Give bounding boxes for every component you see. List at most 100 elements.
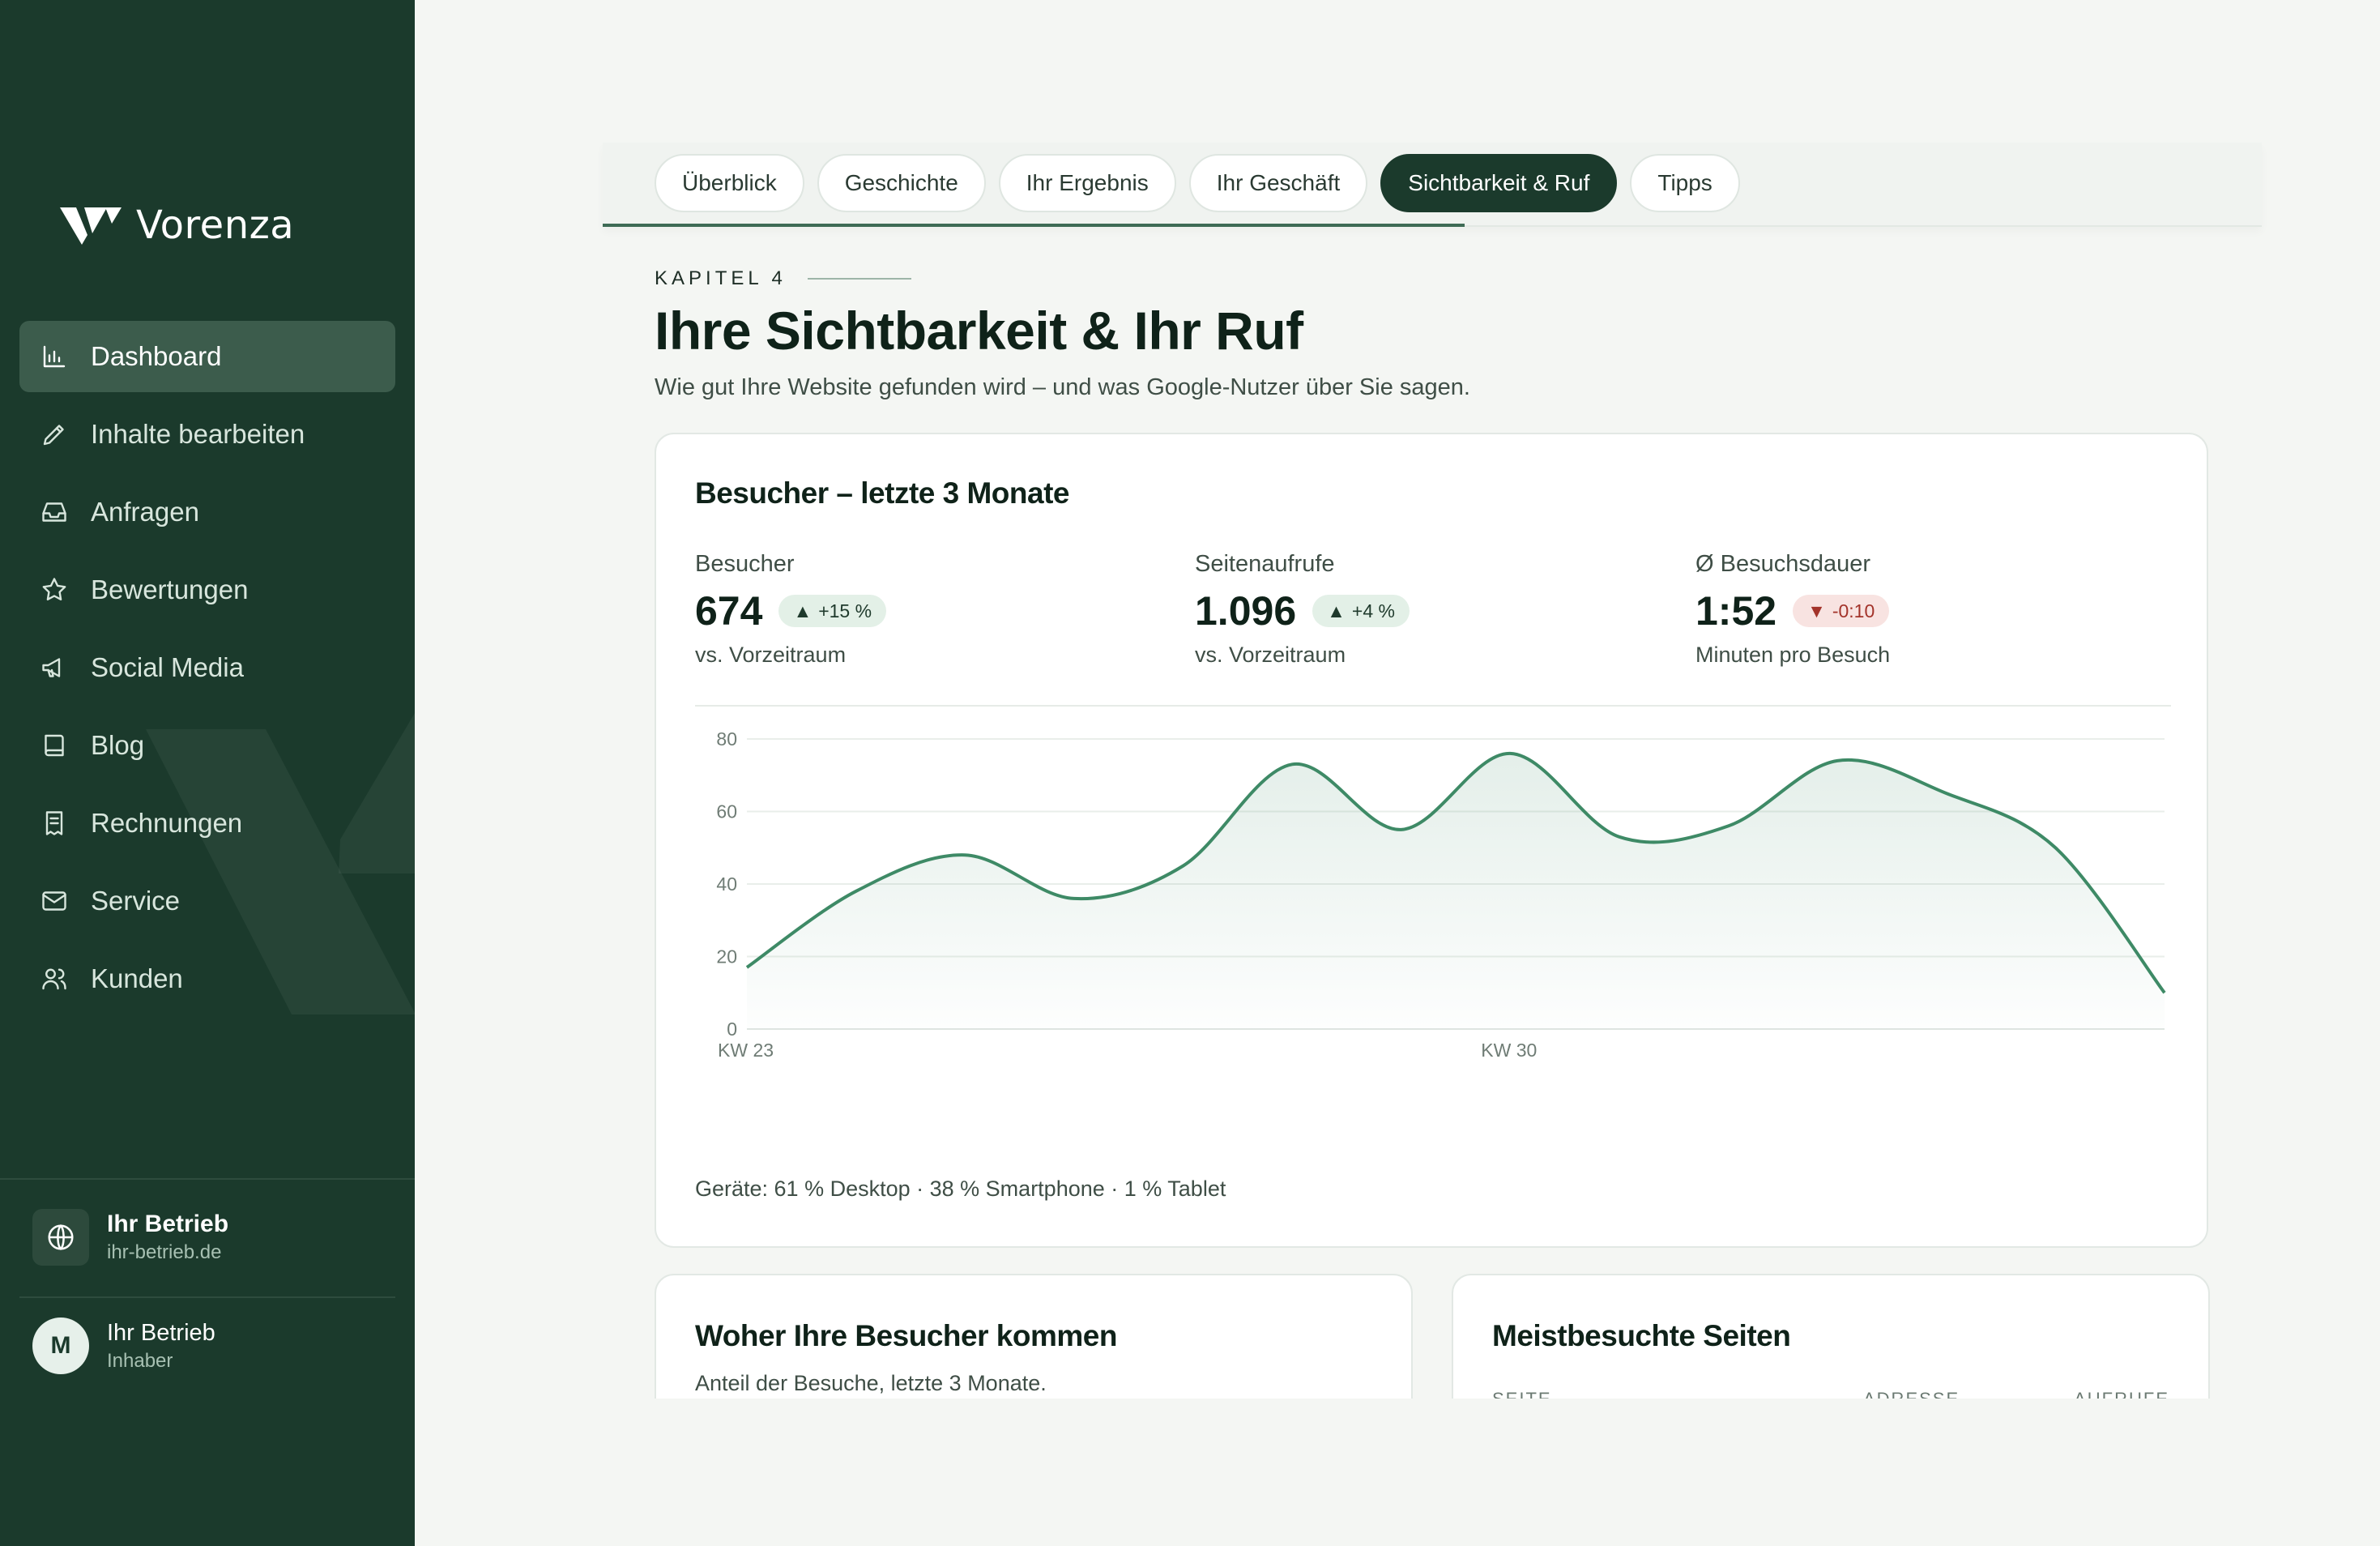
card-title: Woher Ihre Besucher kommen <box>695 1319 1117 1352</box>
trend-value: +4 % <box>1351 600 1395 621</box>
user-name: Ihr Betrieb <box>107 1319 215 1346</box>
data-point[interactable] <box>745 966 749 969</box>
sidebar-item-blog[interactable]: Blog <box>19 710 395 781</box>
sidebar-item-bewertungen[interactable]: Bewertungen <box>19 554 395 626</box>
user-menu[interactable]: M Ihr Betrieb Inhaber <box>32 1318 215 1374</box>
business-name: Ihr Betrieb <box>107 1211 229 1237</box>
chapter-tabs: Überblick Geschichte Ihr Ergebnis Ihr Gesch… <box>655 154 1740 212</box>
eyebrow-line <box>807 278 911 280</box>
sidebar-divider <box>19 1296 395 1298</box>
data-point[interactable] <box>1400 828 1403 831</box>
vorenza-logo-icon <box>60 206 122 245</box>
data-point[interactable] <box>2054 846 2057 849</box>
devices-breakdown: Geräte: 61 % Desktop · 38 % Smartphone ·… <box>695 1177 1226 1201</box>
triangle-down-icon: ▼ <box>1807 600 1826 621</box>
business-switcher[interactable]: Ihr Betrieb ihr-betrieb.de <box>32 1209 228 1266</box>
triangle-up-icon: ▲ <box>1327 600 1346 621</box>
stat-note: Minuten pro Besuch <box>1695 643 1891 667</box>
stat-row: 1:52 ▼ -0:10 <box>1695 587 1890 634</box>
star-icon <box>39 574 70 605</box>
y-tick-label: 80 <box>716 728 737 750</box>
sidebar-item-social-media[interactable]: Social Media <box>19 632 395 703</box>
sidebar-item-label: Social Media <box>91 652 244 682</box>
viewport-fold <box>415 1399 2380 1546</box>
trend-badge: ▲ +4 % <box>1312 595 1410 627</box>
brand-name: Vorenza <box>136 203 295 248</box>
stat-label: Besucher <box>695 551 795 577</box>
book-icon <box>39 730 70 761</box>
tab-ihr-ergebnis[interactable]: Ihr Ergebnis <box>998 154 1176 212</box>
stat-value: 674 <box>695 588 763 634</box>
data-point[interactable] <box>1073 897 1076 900</box>
trend-value: +15 % <box>818 600 872 621</box>
sidebar-item-label: Rechnungen <box>91 808 243 838</box>
sidebar-item-dashboard[interactable]: Dashboard <box>19 321 395 392</box>
data-point[interactable] <box>1508 752 1512 755</box>
page-title: Ihre Sichtbarkeit & Ihr Ruf <box>655 301 1303 361</box>
tab-geschichte[interactable]: Geschichte <box>817 154 986 212</box>
sidebar-item-label: Kunden <box>91 963 183 993</box>
stat-block: Ø Besuchsdauer 1:52 ▼ -0:10 Minuten pro Besu… <box>1695 551 1890 668</box>
trend-badge: ▼ -0:10 <box>1793 595 1890 627</box>
mail-icon <box>39 886 70 916</box>
sidebar-item-anfragen[interactable]: Anfragen <box>19 476 395 548</box>
data-point[interactable] <box>1945 792 1948 795</box>
data-point[interactable] <box>1836 759 1839 762</box>
sidebar-nav: Dashboard Inhalte bearbeiten Anfragen Bewer… <box>19 321 395 1021</box>
business-domain: ihr-betrieb.de <box>107 1241 222 1263</box>
megaphone-icon <box>39 652 70 683</box>
user-role: Inhaber <box>107 1349 173 1372</box>
tab-tipps[interactable]: Tipps <box>1630 154 1740 212</box>
stat-block: Seitenaufrufe 1.096 ▲ +4 % vs. Vorzeitraum <box>1195 551 1410 668</box>
stat-label: Seitenaufrufe <box>1195 551 1335 577</box>
sidebar-item-service[interactable]: Service <box>19 865 395 937</box>
sidebar-item-label: Blog <box>91 730 145 760</box>
triangle-up-icon: ▲ <box>793 600 813 621</box>
visitors-chart: 0 20 40 60 80 KW 23 KW 30 <box>716 728 2166 1061</box>
y-tick-label: 0 <box>727 1019 737 1040</box>
bar-chart-icon <box>39 341 70 372</box>
data-point[interactable] <box>963 853 966 856</box>
card-subtitle: Anteil der Besuche, letzte 3 Monate. <box>695 1371 1047 1395</box>
chapter-number: KAPITEL 4 <box>655 267 787 289</box>
stat-note: vs. Vorzeitraum <box>695 643 847 667</box>
x-tick-label: KW 30 <box>1481 1040 1537 1061</box>
chapter-eyebrow: KAPITEL 4 <box>655 267 911 290</box>
stat-value: 1.096 <box>1195 588 1297 634</box>
data-point[interactable] <box>1290 762 1294 766</box>
data-point[interactable] <box>1727 824 1730 827</box>
brand-logo[interactable]: Vorenza <box>60 203 294 248</box>
y-tick-label: 60 <box>716 801 737 822</box>
tab-ihr-gesch-ft[interactable]: Ihr Geschäft <box>1188 154 1368 212</box>
y-tick-label: 20 <box>716 946 737 967</box>
data-point[interactable] <box>2163 991 2166 994</box>
sidebar-item-label: Inhalte bearbeiten <box>91 419 305 449</box>
stats-divider <box>695 705 2171 707</box>
visitors-card: Besucher – letzte 3 Monate Besucher 674 ▲ +… <box>655 433 2208 1248</box>
stat-row: 1.096 ▲ +4 % <box>1195 587 1410 634</box>
trend-value: -0:10 <box>1832 600 1875 621</box>
trend-badge: ▲ +15 % <box>778 595 887 627</box>
chapter-tabbar: Überblick Geschichte Ihr Ergebnis Ihr Gesch… <box>603 143 2262 227</box>
sidebar-item-label: Service <box>91 886 181 916</box>
card-title: Meistbesuchte Seiten <box>1492 1319 1791 1352</box>
receipt-icon <box>39 808 70 839</box>
inbox-icon <box>39 497 70 527</box>
tab-sichtbarkeit-ruf[interactable]: Sichtbarkeit & Ruf <box>1380 154 1618 212</box>
data-point[interactable] <box>1181 865 1184 868</box>
card-title: Besucher – letzte 3 Monate <box>695 476 1069 510</box>
stat-value: 1:52 <box>1695 588 1777 634</box>
globe-icon <box>32 1209 89 1266</box>
sidebar-item-kunden[interactable]: Kunden <box>19 943 395 1014</box>
avatar: M <box>32 1318 89 1374</box>
data-point[interactable] <box>1618 835 1621 839</box>
y-tick-label: 40 <box>716 873 737 895</box>
tab--berblick[interactable]: Überblick <box>655 154 804 212</box>
users-icon <box>39 963 70 994</box>
sidebar-item-inhalte-bearbeiten[interactable]: Inhalte bearbeiten <box>19 399 395 470</box>
data-point[interactable] <box>855 890 858 893</box>
stat-block: Besucher 674 ▲ +15 % vs. Vorzeitraum <box>695 551 887 668</box>
sidebar-item-rechnungen[interactable]: Rechnungen <box>19 788 395 859</box>
stat-note: vs. Vorzeitraum <box>1195 643 1346 667</box>
chapter-progress-bar <box>603 224 1465 227</box>
